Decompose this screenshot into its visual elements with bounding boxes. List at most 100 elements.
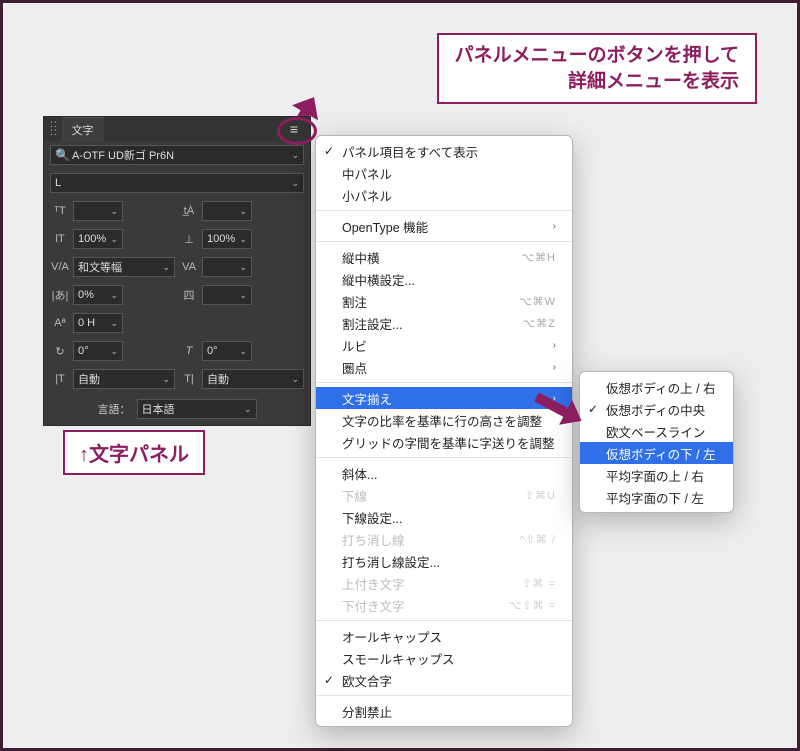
menu-item: 下線 ⇧⌘U xyxy=(316,484,572,506)
char-rotation-input[interactable]: 0°⌄ xyxy=(73,341,123,361)
leading-input[interactable]: ⌄ xyxy=(202,201,252,221)
menu-item[interactable]: 下線設定... xyxy=(316,506,572,528)
menu-item[interactable]: ✓ パネル項目をすべて表示 xyxy=(316,140,572,162)
callout-top-line2: 詳細メニューを表示 xyxy=(568,71,739,92)
menu-separator xyxy=(316,457,572,458)
language-label: 言語： xyxy=(98,401,131,417)
menu-item[interactable]: ✓ 欧文合字 xyxy=(316,669,572,691)
menu-item[interactable]: OpenType 機能 › xyxy=(316,215,572,237)
menu-item-label: 上付き文字 xyxy=(342,574,405,593)
menu-shortcut: ⌥⌘H xyxy=(521,251,556,264)
menu-item: 打ち消し線 ^⇧⌘ / xyxy=(316,528,572,550)
char-align-submenu: 仮想ボディの上 / 右✓仮想ボディの中央欧文ベースライン仮想ボディの下 / 左平… xyxy=(579,371,734,513)
menu-item[interactable]: グリッドの字間を基準に字送りを調整 xyxy=(316,431,572,453)
menu-item[interactable]: 仮想ボディの下 / 左 xyxy=(580,442,733,464)
kerning-select[interactable]: 和文等幅⌄ xyxy=(73,257,175,277)
panel-flyout-menu: ✓ パネル項目をすべて表示中パネル小パネル OpenType 機能 › 縦中横⌥⌘H 縦中… xyxy=(315,135,573,727)
hscale-input[interactable]: 100%⌄ xyxy=(202,229,252,249)
aki-before-icon: |T xyxy=(50,373,70,385)
menu-item-label: 縦中横設定... xyxy=(342,270,415,289)
menu-item-label: 平均字面の上 / 右 xyxy=(606,466,704,485)
font-style-select[interactable]: L ⌄ xyxy=(50,173,304,193)
menu-item[interactable]: 分割禁止 xyxy=(316,700,572,722)
aki-after-select[interactable]: 自動⌄ xyxy=(202,369,304,389)
menu-item-label: 欧文合字 xyxy=(342,671,392,690)
menu-item-label: パネル項目をすべて表示 xyxy=(342,142,478,161)
menu-item[interactable]: 欧文ベースライン xyxy=(580,420,733,442)
menu-item-label: 文字揃え xyxy=(342,389,392,408)
menu-item[interactable]: スモールキャップス xyxy=(316,647,572,669)
panel-grip-icon[interactable]: :::: xyxy=(50,121,58,137)
menu-item[interactable]: 割注⌥⌘W xyxy=(316,290,572,312)
menu-item-label: 圏点 xyxy=(342,358,367,377)
menu-separator xyxy=(316,382,572,383)
menu-shortcut: ⌥⇧⌘ = xyxy=(509,599,556,612)
tsume-input[interactable]: 0%⌄ xyxy=(73,285,123,305)
menu-item[interactable]: 斜体... xyxy=(316,462,572,484)
skew-icon: T xyxy=(179,345,199,357)
menu-item[interactable]: オールキャップス xyxy=(316,625,572,647)
menu-separator xyxy=(316,210,572,211)
chevron-right-icon: › xyxy=(553,340,556,351)
menu-item-label: 割注設定... xyxy=(342,314,402,333)
search-icon: 🔍 xyxy=(55,148,70,162)
panel-titlebar: :::: 文字 ≡ xyxy=(44,117,310,141)
callout-top: パネルメニューのボタンを押して 詳細メニューを表示 xyxy=(437,33,757,104)
aki-right-input[interactable]: ⌄ xyxy=(202,285,252,305)
menu-item-label: OpenType 機能 xyxy=(342,217,428,236)
menu-separator xyxy=(316,241,572,242)
aki-icon: 四 xyxy=(179,287,199,303)
char-rotation-icon: ↻ xyxy=(50,345,70,358)
menu-shortcut: ⌥⌘W xyxy=(519,295,556,308)
menu-item-label: スモールキャップス xyxy=(342,649,455,668)
menu-item-label: 分割禁止 xyxy=(342,702,392,721)
menu-item[interactable]: 縦中横⌥⌘H xyxy=(316,246,572,268)
aki-after-icon: T| xyxy=(179,373,199,385)
menu-item[interactable]: 割注設定...⌥⌘Z xyxy=(316,312,572,334)
panel-tab-character[interactable]: 文字 xyxy=(62,117,104,142)
menu-separator xyxy=(316,620,572,621)
check-icon: ✓ xyxy=(324,144,334,158)
menu-item[interactable]: 縦中横設定... xyxy=(316,268,572,290)
font-size-icon: ᵀT xyxy=(50,205,70,217)
vscale-input[interactable]: 100%⌄ xyxy=(73,229,123,249)
tsume-icon: |あ| xyxy=(50,287,70,303)
skew-input[interactable]: 0°⌄ xyxy=(202,341,252,361)
vscale-icon: ǀT xyxy=(50,233,70,245)
menu-item-label: 下線設定... xyxy=(342,508,402,527)
menu-shortcut: ⇧⌘U xyxy=(525,489,556,502)
menu-item-label: 仮想ボディの下 / 左 xyxy=(606,444,716,463)
menu-item-label: 斜体... xyxy=(342,464,377,483)
language-select[interactable]: 日本語⌄ xyxy=(137,399,257,419)
menu-item[interactable]: 平均字面の下 / 左 xyxy=(580,486,733,508)
menu-item-label: グリッドの字間を基準に字送りを調整 xyxy=(342,433,555,452)
chevron-right-icon: › xyxy=(553,221,556,232)
menu-item[interactable]: 打ち消し線設定... xyxy=(316,550,572,572)
menu-item-label: 打ち消し線 xyxy=(342,530,405,549)
menu-item: 上付き文字⇧⌘ = xyxy=(316,572,572,594)
menu-item-label: 文字の比率を基準に行の高さを調整 xyxy=(342,411,542,430)
menu-item: 下付き文字⌥⇧⌘ = xyxy=(316,594,572,616)
baseline-shift-input[interactable]: 0 H⌄ xyxy=(73,313,123,333)
menu-item-label: 下線 xyxy=(342,486,367,505)
menu-item-label: 仮想ボディの上 / 右 xyxy=(606,378,716,397)
font-family-select[interactable]: 🔍A-OTF UD新ゴ Pr6N ⌄ xyxy=(50,145,304,165)
menu-item[interactable]: 平均字面の上 / 右 xyxy=(580,464,733,486)
aki-before-select[interactable]: 自動⌄ xyxy=(73,369,175,389)
menu-item[interactable]: 中パネル xyxy=(316,162,572,184)
tracking-input[interactable]: ⌄ xyxy=(202,257,252,277)
font-size-input[interactable]: ⌄ xyxy=(73,201,123,221)
menu-item[interactable]: 仮想ボディの上 / 右 xyxy=(580,376,733,398)
menu-item[interactable]: ✓仮想ボディの中央 xyxy=(580,398,733,420)
menu-item[interactable]: 小パネル xyxy=(316,184,572,206)
character-panel: :::: 文字 ≡ 🔍A-OTF UD新ゴ Pr6N ⌄ L ⌄ ᵀT ⌄ t̲… xyxy=(43,116,311,426)
menu-item-label: 小パネル xyxy=(342,186,392,205)
menu-shortcut: ^⇧⌘ / xyxy=(520,533,557,546)
chevron-right-icon: › xyxy=(553,362,556,373)
menu-item-label: 平均字面の下 / 左 xyxy=(606,488,704,507)
menu-item[interactable]: 圏点 › xyxy=(316,356,572,378)
highlight-ring-icon xyxy=(277,117,317,145)
menu-item[interactable]: ルビ› xyxy=(316,334,572,356)
hscale-icon: ⊥ xyxy=(179,233,199,246)
check-icon: ✓ xyxy=(324,673,334,687)
